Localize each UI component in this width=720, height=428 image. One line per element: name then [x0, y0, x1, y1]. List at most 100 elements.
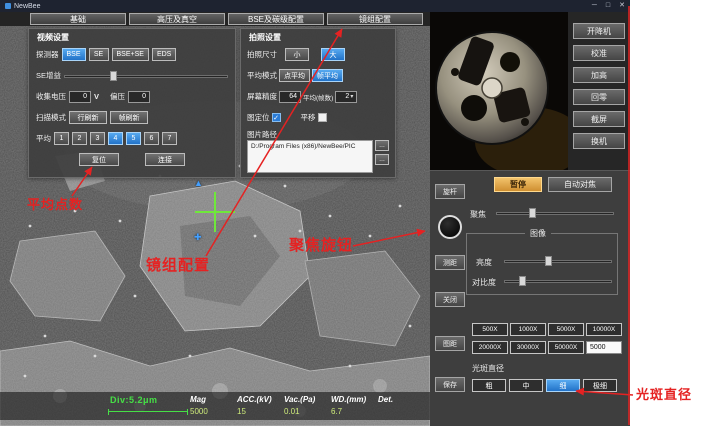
- se-gain-label: SE增益: [36, 70, 61, 81]
- minimize-button[interactable]: ─: [592, 0, 597, 12]
- frame-count-select[interactable]: 2 ▾: [335, 91, 357, 103]
- screenshot-root: NewBee ─ □ ✕ 基础 高压及真空 BSE及碳级配置 镜组配置: [0, 0, 720, 428]
- zero-return-button[interactable]: 回零: [573, 89, 625, 105]
- contrast-slider[interactable]: [504, 275, 612, 287]
- close-tool-button[interactable]: 关闭: [435, 292, 465, 307]
- mag-1000x-button[interactable]: 1000X: [510, 323, 546, 336]
- checkbox-row: 图定位 ✓ 平移: [241, 107, 395, 128]
- status-col-acc: ACC.(kV): [237, 395, 284, 404]
- measure-distance-button[interactable]: 测距: [435, 255, 465, 270]
- video-settings-title: 视频设置: [29, 29, 235, 44]
- right-control-panel: 旋杆 测距 关闭 图距 保存 暂停 自动对焦 聚焦 图像 亮度 对比度: [430, 170, 630, 426]
- raise-button[interactable]: 加高: [573, 67, 625, 83]
- maximize-button[interactable]: □: [606, 0, 610, 12]
- frame-refresh-button[interactable]: 帧刷新: [110, 111, 148, 124]
- brightness-slider[interactable]: [504, 255, 612, 267]
- lift-button[interactable]: 开降机: [573, 23, 625, 39]
- scale-label: Div:5.2μm: [110, 395, 158, 405]
- slider-thumb[interactable]: [545, 256, 552, 266]
- line-refresh-button[interactable]: 行刷新: [69, 111, 107, 124]
- avg-mode-label: 平均模式: [247, 70, 277, 81]
- bias-input[interactable]: 0: [128, 91, 150, 103]
- spot-coarse-button[interactable]: 粗: [472, 379, 506, 392]
- pan-checkbox[interactable]: [318, 113, 327, 122]
- average-2-button[interactable]: 2: [72, 132, 87, 145]
- slider-track: [64, 75, 228, 78]
- mag-500x-button[interactable]: 500X: [472, 323, 508, 336]
- contrast-label: 对比度: [472, 277, 496, 288]
- focus-slider[interactable]: [496, 207, 614, 219]
- spot-medium-button[interactable]: 中: [509, 379, 543, 392]
- detector-bse-se-button[interactable]: BSE+SE: [112, 48, 149, 61]
- detector-se-button[interactable]: SE: [89, 48, 109, 61]
- point-average-button[interactable]: 点平均: [279, 69, 310, 82]
- focus-knob[interactable]: [438, 215, 462, 239]
- collect-voltage-input[interactable]: 0: [69, 91, 91, 103]
- mag-10000x-button[interactable]: 10000X: [586, 323, 622, 336]
- tab-hv-vacuum[interactable]: 高压及真空: [129, 13, 225, 25]
- detector-bse-button[interactable]: BSE: [62, 48, 86, 61]
- frame-average-button[interactable]: 帧平均: [312, 69, 343, 82]
- mag-5000x-button[interactable]: 5000X: [548, 323, 584, 336]
- status-col-det: Det.: [378, 395, 425, 404]
- slider-thumb[interactable]: [519, 276, 526, 286]
- switch-machine-button[interactable]: 换机: [573, 133, 625, 149]
- photo-size-label: 拍照尺寸: [247, 49, 277, 60]
- side-button-column: 开降机 校准 加高 回零 截屏 换机: [568, 12, 630, 170]
- size-large-button[interactable]: 大: [321, 48, 345, 61]
- pause-button[interactable]: 暂停: [494, 177, 542, 192]
- detector-eds-button[interactable]: EDS: [152, 48, 176, 61]
- photo-size-row: 拍照尺寸 小 大: [241, 44, 395, 65]
- mag-value-input[interactable]: 5000: [586, 341, 622, 354]
- tab-lens-config[interactable]: 镜组配置: [327, 13, 423, 25]
- calibrate-button[interactable]: 校准: [573, 45, 625, 61]
- precision-input[interactable]: 64: [279, 91, 301, 103]
- autofocus-button[interactable]: 自动对焦: [548, 177, 612, 192]
- slider-thumb[interactable]: [110, 71, 117, 81]
- size-small-button[interactable]: 小: [285, 48, 309, 61]
- annotation-spot-diameter: 光斑直径: [636, 384, 692, 403]
- scan-mode-label: 扫描模式: [36, 112, 66, 123]
- average-3-button[interactable]: 3: [90, 132, 105, 145]
- average-1-button[interactable]: 1: [54, 132, 69, 145]
- status-val-acc: 15: [237, 407, 284, 416]
- tab-bse-config[interactable]: BSE及碳级配置: [228, 13, 324, 25]
- status-bar: Div:5.2μm Mag ACC.(kV) Vac.(Pa) WD.(mm) …: [0, 392, 430, 420]
- image-path-input[interactable]: D:/Program Files (x86)/NewBee/PIC: [247, 140, 373, 173]
- average-7-button[interactable]: 7: [162, 132, 177, 145]
- slider-thumb[interactable]: [529, 208, 536, 218]
- spot-fine-button[interactable]: 细: [546, 379, 580, 392]
- scale-bar: [108, 409, 188, 415]
- reset-button[interactable]: 复位: [79, 153, 119, 166]
- sem-image-view[interactable]: ▲ ✚ 视频设置 探测器 BSE SE BSE+SE EDS SE增益: [0, 26, 430, 426]
- screenshot-button[interactable]: 截屏: [573, 111, 625, 127]
- average-label: 平均: [36, 133, 51, 144]
- joystick-button[interactable]: 旋杆: [435, 184, 465, 199]
- save-button[interactable]: 保存: [435, 377, 465, 392]
- status-col-vac: Vac.(Pa): [284, 395, 331, 404]
- average-6-button[interactable]: 6: [144, 132, 159, 145]
- brightness-label: 亮度: [476, 257, 492, 268]
- tab-bar: 基础 高压及真空 BSE及碳级配置 镜组配置: [0, 12, 430, 26]
- status-col-mag: Mag: [190, 395, 237, 404]
- mag-20000x-button[interactable]: 20000X: [472, 341, 508, 354]
- mag-30000x-button[interactable]: 30000X: [510, 341, 546, 354]
- browse-path-button[interactable]: …: [375, 140, 389, 151]
- se-gain-slider[interactable]: [64, 70, 228, 82]
- slider-track: [496, 212, 614, 215]
- average-4-button[interactable]: 4: [108, 132, 123, 145]
- connect-button[interactable]: 连接: [145, 153, 185, 166]
- chamber-camera-view: [430, 12, 568, 170]
- average-5-button[interactable]: 5: [126, 132, 141, 145]
- map-distance-button[interactable]: 图距: [435, 336, 465, 351]
- status-val-mag: 5000: [190, 407, 237, 416]
- status-val-vac: 0.01: [284, 407, 331, 416]
- tab-basic[interactable]: 基础: [30, 13, 126, 25]
- open-path-button[interactable]: …: [375, 154, 389, 165]
- spot-extra-fine-button[interactable]: 极细: [583, 379, 617, 392]
- mag-50000x-button[interactable]: 50000X: [548, 341, 584, 354]
- position-checkbox[interactable]: ✓: [272, 113, 281, 122]
- image-group-label: 图像: [525, 228, 551, 239]
- video-actions-row: 复位 连接: [29, 149, 235, 170]
- close-button[interactable]: ✕: [619, 0, 625, 12]
